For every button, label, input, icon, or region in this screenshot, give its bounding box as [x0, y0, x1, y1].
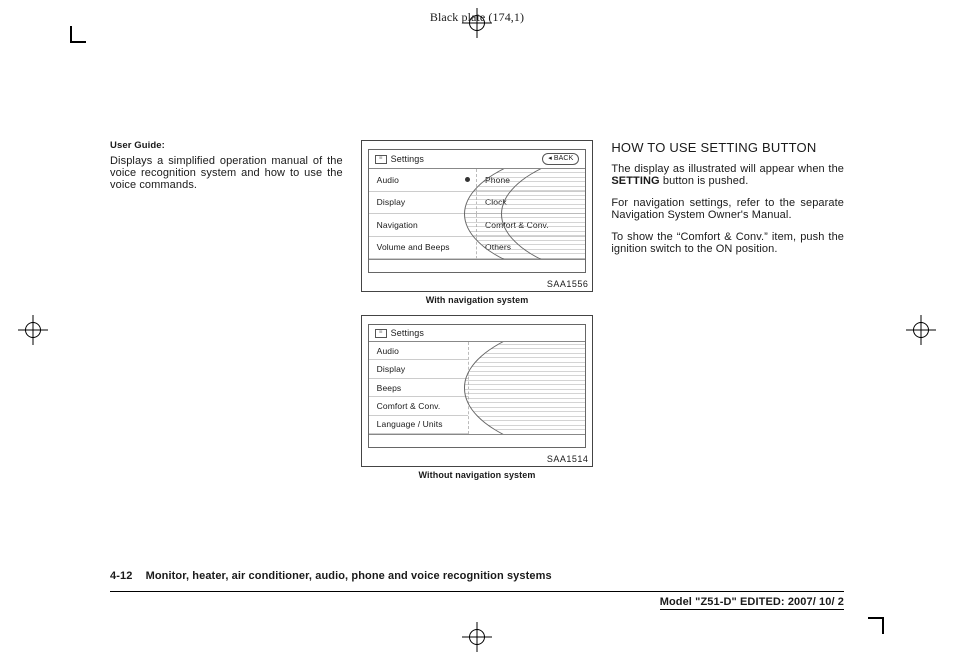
prev-icon: ≡	[375, 155, 387, 164]
menu-label: Display	[377, 197, 406, 207]
menu-label: Audio	[377, 175, 399, 185]
menu-item-display[interactable]: Display	[369, 192, 477, 215]
registration-mark-left	[18, 315, 48, 345]
user-guide-heading: User Guide:	[110, 140, 343, 151]
menu-label: Audio	[377, 346, 399, 356]
page-body: User Guide: Displays a simplified operat…	[110, 140, 844, 540]
menu-label: Beeps	[377, 383, 402, 393]
figure-with-nav: ≡ Settings ◂ BACK Audio	[361, 140, 594, 305]
back-label: BACK	[554, 154, 573, 164]
menu-item-others[interactable]: Others	[477, 237, 585, 260]
paragraph-1: The display as illustrated will appear w…	[611, 163, 844, 187]
menu-label: Clock	[485, 197, 507, 207]
column-3: HOW TO USE SETTING BUTTON The display as…	[611, 140, 844, 540]
menu-item-beeps[interactable]: Beeps	[369, 379, 469, 397]
lcd-panel: ≡ Settings Audio Display Beeps Comfort &…	[368, 324, 587, 448]
registration-mark-bottom	[462, 622, 492, 652]
lcd-footer	[369, 259, 586, 272]
crop-mark-br	[868, 618, 884, 634]
menu-item-clock[interactable]: Clock	[477, 192, 585, 215]
paragraph-3: To show the “Comfort & Conv.” item, push…	[611, 231, 844, 255]
plate-label: Black plate (174,1)	[430, 10, 524, 25]
menu-label: Comfort & Conv.	[377, 401, 441, 411]
selection-dot-icon	[465, 177, 470, 182]
user-guide-paragraph: Displays a simplified operation manual o…	[110, 155, 343, 191]
lcd-titlebar: ≡ Settings	[369, 325, 586, 342]
section-heading: HOW TO USE SETTING BUTTON	[611, 140, 844, 155]
page-number-line: 4-12 Monitor, heater, air conditioner, a…	[110, 570, 552, 582]
menu-item-language-units[interactable]: Language / Units	[369, 416, 469, 434]
menu-spacer	[468, 342, 585, 434]
back-arrow-icon: ◂	[548, 154, 552, 164]
figure-caption: With navigation system	[361, 295, 594, 305]
menu-label: Others	[485, 242, 511, 252]
model-edited-line: Model "Z51-D" EDITED: 2007/ 10/ 2	[660, 596, 844, 610]
menu-item-phone[interactable]: Phone	[477, 169, 585, 192]
menu-label: Phone	[485, 175, 510, 185]
menu-item-display[interactable]: Display	[369, 360, 469, 378]
menu-label: Language / Units	[377, 419, 443, 429]
crop-mark-tl	[70, 26, 86, 42]
menu-item-audio[interactable]: Audio	[369, 342, 469, 360]
menu-label: Comfort & Conv.	[485, 220, 549, 230]
back-button[interactable]: ◂ BACK	[542, 153, 579, 165]
lcd-panel: ≡ Settings ◂ BACK Audio	[368, 149, 587, 273]
menu-item-navigation[interactable]: Navigation	[369, 214, 477, 237]
column-1: User Guide: Displays a simplified operat…	[110, 140, 343, 540]
paragraph-2: For navigation settings, refer to the se…	[611, 197, 844, 221]
menu-item-comfort-conv[interactable]: Comfort & Conv.	[477, 214, 585, 237]
menu-label: Display	[377, 364, 406, 374]
column-2: ≡ Settings ◂ BACK Audio	[361, 140, 594, 540]
section-title: Monitor, heater, air conditioner, audio,…	[146, 570, 552, 582]
menu-label: Volume and Beeps	[377, 242, 450, 252]
figure-id: SAA1556	[547, 279, 589, 289]
screenshot-without-nav: ≡ Settings Audio Display Beeps Comfort &…	[361, 315, 594, 467]
prev-icon: ≡	[375, 329, 387, 338]
page-number: 4-12	[110, 570, 132, 582]
lcd-title-text: Settings	[391, 328, 424, 338]
figure-id: SAA1514	[547, 454, 589, 464]
menu-item-comfort-conv[interactable]: Comfort & Conv.	[369, 397, 469, 415]
lcd-titlebar: ≡ Settings ◂ BACK	[369, 150, 586, 169]
screenshot-with-nav: ≡ Settings ◂ BACK Audio	[361, 140, 594, 292]
footer-rule	[110, 591, 844, 592]
menu-item-volume-beeps[interactable]: Volume and Beeps	[369, 237, 477, 260]
lcd-footer	[369, 434, 586, 447]
lcd-title-text: Settings	[391, 154, 424, 164]
figure-without-nav: ≡ Settings Audio Display Beeps Comfort &…	[361, 315, 594, 480]
menu-label: Navigation	[377, 220, 418, 230]
registration-mark-right	[906, 315, 936, 345]
menu-item-audio[interactable]: Audio	[369, 169, 477, 192]
figure-caption: Without navigation system	[361, 470, 594, 480]
